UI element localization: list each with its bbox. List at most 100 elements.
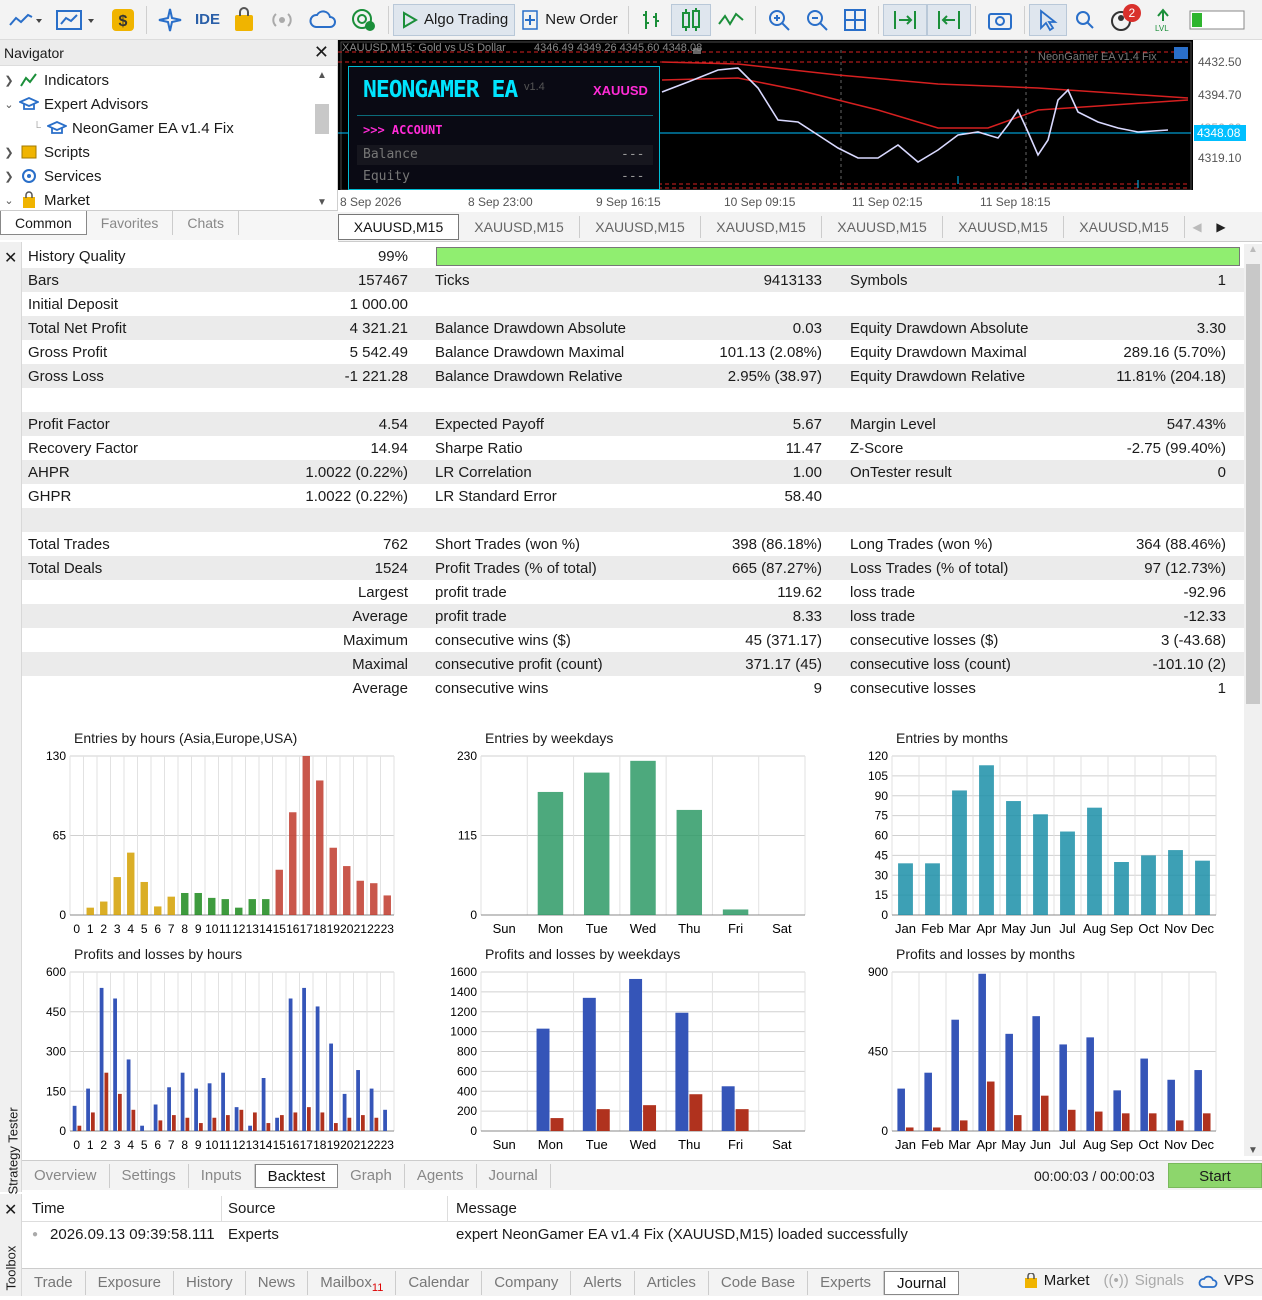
chart-tab[interactable]: XAUUSD,M15 [822, 215, 943, 238]
report-value: 1 [1217, 679, 1226, 697]
nav-item-services[interactable]: ❯ Services [0, 164, 337, 188]
ide-label: IDE [195, 11, 221, 28]
chevron-left-icon[interactable]: ◀ [1185, 220, 1209, 234]
chevron-down-icon[interactable]: ⌄ [0, 98, 18, 111]
chart-type-icon[interactable] [48, 4, 104, 36]
screenshot-icon[interactable] [980, 4, 1020, 36]
bar [537, 791, 564, 915]
tab-articles[interactable]: Articles [635, 1270, 709, 1295]
chevron-right-icon[interactable]: ❯ [0, 74, 18, 87]
report-value: 1.0022 (0.22%) [305, 487, 408, 505]
nav-item-market[interactable]: ⌄ Market [0, 188, 337, 212]
tab-experts[interactable]: Experts [808, 1270, 884, 1295]
new-order-button[interactable]: New Order [515, 4, 624, 36]
report-value: 14.94 [370, 439, 408, 457]
nav-item-indicators[interactable]: ❯ Indicators [0, 68, 337, 92]
candle-chart-icon[interactable] [670, 3, 711, 36]
market-link[interactable]: Market [1024, 1272, 1090, 1289]
column-header-source[interactable]: Source [222, 1196, 448, 1221]
grid-icon[interactable] [836, 4, 874, 36]
chart-tab[interactable]: XAUUSD,M15 [338, 213, 459, 240]
tab-journal[interactable]: Journal [477, 1163, 551, 1188]
journal-row[interactable]: ● 2026.09.13 09:39:58.111 Experts expert … [22, 1222, 1262, 1246]
algo-trading-button[interactable]: Algo Trading [393, 3, 516, 36]
chevron-right-icon[interactable]: ▶ [1209, 220, 1233, 234]
nav-item-scripts[interactable]: ❯ Scripts [0, 140, 337, 164]
tab-news[interactable]: News [246, 1270, 309, 1295]
tab-overview[interactable]: Overview [22, 1163, 110, 1188]
navigator-scrollbar[interactable]: ▲ ▼ [313, 70, 331, 208]
nav-item-expert-advisors[interactable]: ⌄ Expert Advisors [0, 92, 337, 116]
chart-tab[interactable]: XAUUSD,M15 [459, 215, 580, 238]
tab-chats[interactable]: Chats [173, 211, 239, 235]
cursor-icon[interactable] [1028, 3, 1067, 36]
vps-icon[interactable] [344, 4, 384, 36]
line-icon[interactable] [711, 4, 751, 36]
tab-mailbox[interactable]: Mailbox11 [308, 1270, 397, 1295]
cloud-icon[interactable] [302, 4, 344, 36]
chart-tab[interactable]: XAUUSD,M15 [701, 215, 822, 238]
zoom-in-icon[interactable] [760, 4, 798, 36]
close-icon[interactable]: ✕ [314, 42, 329, 63]
chevron-right-icon[interactable]: ❯ [0, 170, 18, 183]
level-icon[interactable]: LVL [1145, 4, 1183, 36]
chart-shift-icon[interactable] [926, 3, 971, 36]
line-chart-icon[interactable] [0, 4, 48, 36]
dollar-icon[interactable]: $ [104, 4, 142, 36]
scripts-icon [18, 144, 40, 160]
signal-icon[interactable] [262, 4, 302, 36]
report-row: Largest profit trade 119.62 loss trade -92.9… [22, 580, 1244, 604]
tab-inputs[interactable]: Inputs [189, 1163, 255, 1188]
close-icon[interactable]: ✕ [4, 1200, 17, 1220]
bar [221, 899, 229, 915]
tab-trade[interactable]: Trade [22, 1270, 86, 1295]
chevron-right-icon[interactable]: ❯ [0, 146, 18, 159]
vps-link[interactable]: VPS [1198, 1272, 1254, 1289]
ea-panel-title: NEONGAMER EA [363, 77, 518, 103]
tab-settings[interactable]: Settings [110, 1163, 189, 1188]
column-header-time[interactable]: Time [22, 1196, 222, 1221]
bar [1094, 1111, 1103, 1131]
signals-link[interactable]: ((•)) Signals [1104, 1272, 1184, 1289]
tab-code-base[interactable]: Code Base [709, 1270, 809, 1295]
sparkle-icon[interactable] [151, 4, 189, 36]
ide-button[interactable]: IDE [189, 4, 226, 36]
tab-backtest[interactable]: Backtest [254, 1163, 339, 1188]
shopping-bag-icon[interactable] [226, 4, 262, 36]
chart-tab[interactable]: XAUUSD,M15 [580, 215, 701, 238]
report-value: 665 (87.27%) [731, 559, 822, 577]
tab-graph[interactable]: Graph [338, 1163, 405, 1188]
zoom-out-icon[interactable] [798, 4, 836, 36]
autoscroll-icon[interactable] [882, 3, 927, 36]
chart-tab[interactable]: XAUUSD,M15 [943, 215, 1064, 238]
column-header-message[interactable]: Message [448, 1200, 517, 1217]
tab-journal[interactable]: Journal [884, 1270, 960, 1295]
nav-item-neongamer-ea[interactable]: └ NeonGamer EA v1.4 Fix [0, 116, 337, 140]
price-chart[interactable]: XAUUSD,M15: Gold vs US Dollar 4346.49 43… [338, 40, 1262, 212]
tab-company[interactable]: Company [482, 1270, 572, 1295]
bar [630, 760, 656, 915]
experts-icon [18, 96, 40, 112]
x-tick-label: 3 [114, 1138, 121, 1152]
chart-tab[interactable]: XAUUSD,M15 [1064, 215, 1185, 238]
tab-common[interactable]: Common [0, 211, 87, 235]
chevron-down-icon[interactable]: ⌄ [0, 194, 18, 207]
close-icon[interactable]: ✕ [4, 248, 17, 268]
start-button[interactable]: Start [1168, 1163, 1262, 1188]
tab-agents[interactable]: Agents [405, 1163, 477, 1188]
x-tick-label: 15 [273, 922, 287, 936]
tab-alerts[interactable]: Alerts [571, 1270, 635, 1295]
tab-favorites[interactable]: Favorites [87, 211, 174, 235]
tab-calendar[interactable]: Calendar [396, 1270, 483, 1295]
tab-exposure[interactable]: Exposure [86, 1270, 175, 1295]
bar [596, 1109, 610, 1131]
x-tick-label: 8 [181, 922, 188, 936]
x-tick-label: 17 [300, 1138, 314, 1152]
search-icon[interactable] [1067, 4, 1103, 36]
bar [77, 1125, 82, 1131]
bar-chart-icon[interactable] [633, 4, 671, 36]
tab-history[interactable]: History [174, 1270, 246, 1295]
report-label: Total Deals [28, 559, 103, 577]
report-scrollbar[interactable]: ▲ ▼ [1244, 244, 1262, 1156]
account-icon[interactable]: 2 [1103, 3, 1145, 36]
